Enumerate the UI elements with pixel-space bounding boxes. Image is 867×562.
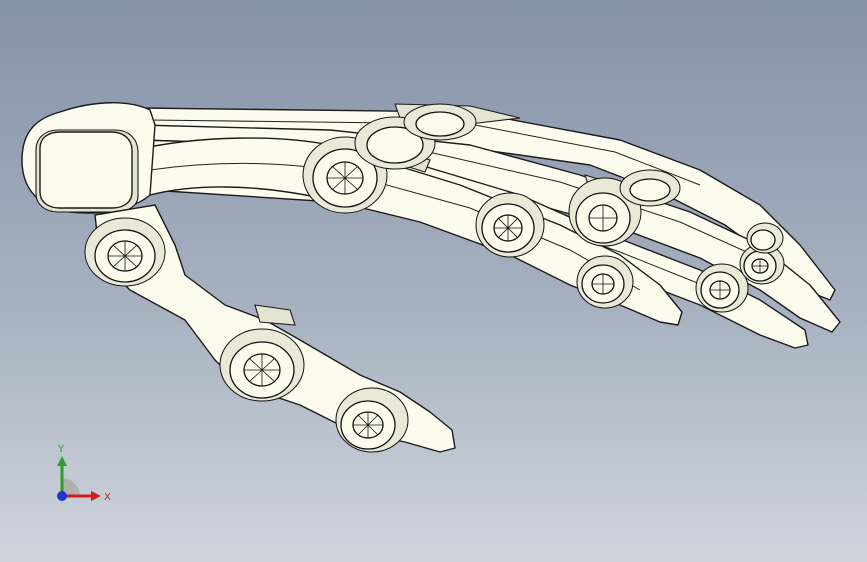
y-arrowhead-icon [57,456,67,466]
coordinate-triad: Y X [57,444,111,503]
z-axis-icon [57,491,67,501]
joint-thumb-tip[interactable] [335,387,409,453]
joint-finger1-tip[interactable] [576,255,634,309]
joint-finger4-tip[interactable] [746,222,784,254]
joint-finger2-tip[interactable] [695,263,749,313]
y-axis-label: Y [57,444,65,455]
robotic-hand-model[interactable] [0,0,867,562]
joint-finger1-mid[interactable] [475,192,545,258]
x-axis-label: X [104,492,111,503]
joint-thumb-base[interactable] [84,217,166,287]
joint-finger3-mid[interactable] [619,169,681,207]
x-arrowhead-icon [91,491,101,501]
cad-3d-viewport[interactable]: Y X [0,0,867,562]
palm-block[interactable] [21,102,156,214]
joint-thumb-mid[interactable] [219,328,305,402]
joint-finger3-base[interactable] [403,103,477,141]
